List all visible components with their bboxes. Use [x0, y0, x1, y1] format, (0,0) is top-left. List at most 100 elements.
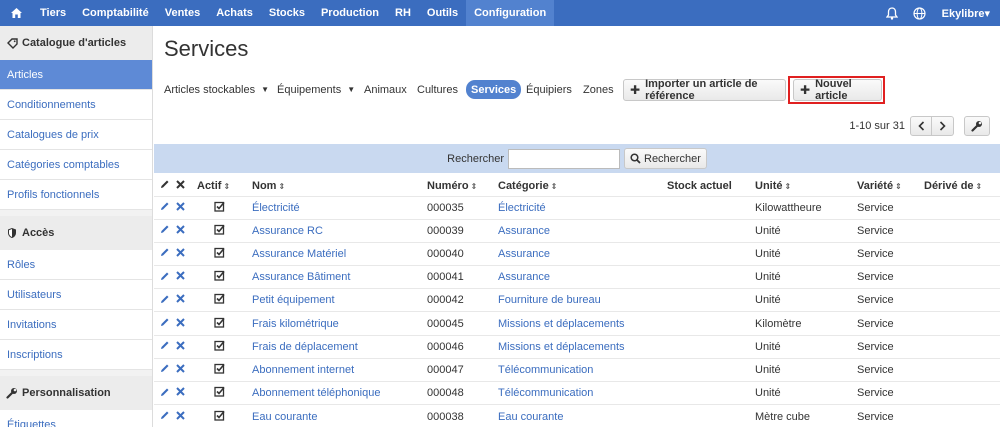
import-reference-article-button[interactable]: ✚ Importer un article de référence [623, 78, 786, 102]
filter-zones[interactable]: Zones [578, 80, 619, 99]
row-category-link[interactable]: Fourniture de bureau [498, 288, 667, 312]
search-button-label: Rechercher [644, 152, 701, 165]
row-category-link[interactable]: Télécommunication [498, 380, 667, 405]
filter-articles-stockables[interactable]: Articles stockables ▼ [159, 80, 274, 99]
row-category-link[interactable]: Assurance [498, 218, 667, 243]
row-name-link[interactable]: Assurance Matériel [252, 241, 427, 266]
filter-animaux[interactable]: Animaux [359, 80, 412, 99]
delete-icon[interactable] [176, 265, 197, 289]
row-category-link[interactable]: Missions et déplacements [498, 311, 667, 336]
filter-label: Articles stockables [164, 83, 256, 96]
sidebar-section-catalogue: Catalogue d'articles [0, 26, 152, 60]
edit-icon[interactable] [154, 311, 176, 336]
row-unit: Unité [755, 218, 857, 243]
row-name-link[interactable]: Frais de déplacement [252, 334, 427, 359]
row-variety: Service [857, 380, 924, 405]
row-number: 000041 [427, 265, 498, 289]
nav-ventes[interactable]: Ventes [157, 0, 208, 26]
nav-outils[interactable]: Outils [419, 0, 466, 26]
column-header-nom[interactable]: Nom ⇕ [252, 176, 427, 196]
filter-cultures[interactable]: Cultures [412, 80, 463, 99]
nav-tiers[interactable]: Tiers [32, 0, 74, 26]
bell-icon[interactable] [878, 6, 906, 20]
delete-icon[interactable] [176, 218, 197, 243]
edit-icon[interactable] [154, 241, 176, 266]
row-category-link[interactable]: Missions et déplacements [498, 334, 667, 359]
pagination-count: 1-10 sur 31 [849, 120, 905, 132]
sidebar-item-utilisateurs[interactable]: Utilisateurs [0, 280, 152, 310]
delete-icon[interactable] [176, 288, 197, 312]
row-name-link[interactable]: Abonnement internet [252, 357, 427, 382]
delete-icon[interactable] [176, 241, 197, 266]
row-stock [667, 357, 755, 382]
sidebar-item-invitations[interactable]: Invitations [0, 310, 152, 340]
row-category-link[interactable]: Assurance [498, 241, 667, 266]
row-category-link[interactable]: Eau courante [498, 404, 667, 427]
sidebar-item-catalogues-de-prix[interactable]: Catalogues de prix [0, 120, 152, 150]
edit-icon[interactable] [154, 357, 176, 382]
edit-icon[interactable] [154, 195, 176, 220]
edit-icon[interactable] [154, 380, 176, 405]
filter-equipiers[interactable]: Équipiers [521, 80, 577, 99]
nav-configuration[interactable]: Configuration [466, 0, 555, 26]
home-icon[interactable] [0, 0, 32, 26]
column-header-label: Dérivé de [924, 179, 974, 192]
table-settings-button[interactable] [964, 116, 990, 136]
nav-rh[interactable]: RH [387, 0, 419, 26]
nav-stocks[interactable]: Stocks [261, 0, 313, 26]
nav-comptabilite[interactable]: Comptabilité [74, 0, 157, 26]
sidebar-item-articles[interactable]: Articles [0, 60, 152, 90]
column-header-derive-de[interactable]: Dérivé de ⇕ [924, 176, 1000, 196]
filter-services[interactable]: Services [466, 80, 522, 99]
next-page-button[interactable] [932, 116, 954, 136]
delete-icon[interactable] [176, 311, 197, 336]
row-stock [667, 380, 755, 405]
delete-icon[interactable] [176, 380, 197, 405]
delete-icon[interactable] [176, 334, 197, 359]
edit-icon[interactable] [154, 218, 176, 243]
sidebar-item-conditionnements[interactable]: Conditionnements [0, 90, 152, 120]
edit-icon[interactable] [154, 288, 176, 312]
column-header-numero[interactable]: Numéro ⇕ [427, 176, 498, 196]
column-header-actif[interactable]: Actif ⇕ [197, 176, 252, 196]
table-row: Frais de déplacement 000046 Missions et dé… [154, 334, 1000, 359]
row-category-link[interactable]: Télécommunication [498, 357, 667, 382]
delete-icon[interactable] [176, 195, 197, 220]
globe-icon[interactable] [906, 6, 934, 20]
row-derived [924, 380, 1000, 405]
row-category-link[interactable]: Assurance [498, 265, 667, 289]
row-category-link[interactable]: Électricité [498, 195, 667, 220]
delete-icon[interactable] [176, 357, 197, 382]
search-button[interactable]: Rechercher [624, 148, 707, 169]
row-name-link[interactable]: Assurance Bâtiment [252, 265, 427, 289]
row-name-link[interactable]: Frais kilométrique [252, 311, 427, 336]
sidebar-item-roles[interactable]: Rôles [0, 250, 152, 280]
column-header-label: Variété [857, 179, 894, 192]
sort-icon: ⇕ [975, 181, 983, 191]
delete-icon[interactable] [176, 404, 197, 427]
filter-equipements[interactable]: Équipements ▼ [272, 80, 360, 99]
sidebar-item-inscriptions[interactable]: Inscriptions [0, 340, 152, 370]
row-name-link[interactable]: Petit équipement [252, 288, 427, 312]
column-header-label: Unité [755, 179, 783, 192]
user-menu[interactable]: Ekylibre▾ [934, 7, 1000, 20]
nav-production[interactable]: Production [313, 0, 387, 26]
sidebar-item-etiquettes[interactable]: Étiquettes [0, 410, 152, 427]
sidebar-item-profils-fonctionnels[interactable]: Profils fonctionnels [0, 180, 152, 210]
nav-achats[interactable]: Achats [208, 0, 261, 26]
column-header-variete[interactable]: Variété ⇕ [857, 176, 924, 196]
edit-icon[interactable] [154, 265, 176, 289]
column-header-unite[interactable]: Unité ⇕ [755, 176, 857, 196]
edit-icon[interactable] [154, 404, 176, 427]
column-header-categorie[interactable]: Catégorie ⇕ [498, 176, 667, 196]
row-variety: Service [857, 265, 924, 289]
row-name-link[interactable]: Eau courante [252, 404, 427, 427]
row-unit: Unité [755, 288, 857, 312]
row-name-link[interactable]: Abonnement téléphonique [252, 380, 427, 405]
search-input[interactable] [508, 148, 620, 169]
previous-page-button[interactable] [910, 116, 932, 136]
edit-icon[interactable] [154, 334, 176, 359]
row-name-link[interactable]: Assurance RC [252, 218, 427, 243]
sidebar-item-categories-comptables[interactable]: Catégories comptables [0, 150, 152, 180]
row-name-link[interactable]: Électricité [252, 195, 427, 220]
